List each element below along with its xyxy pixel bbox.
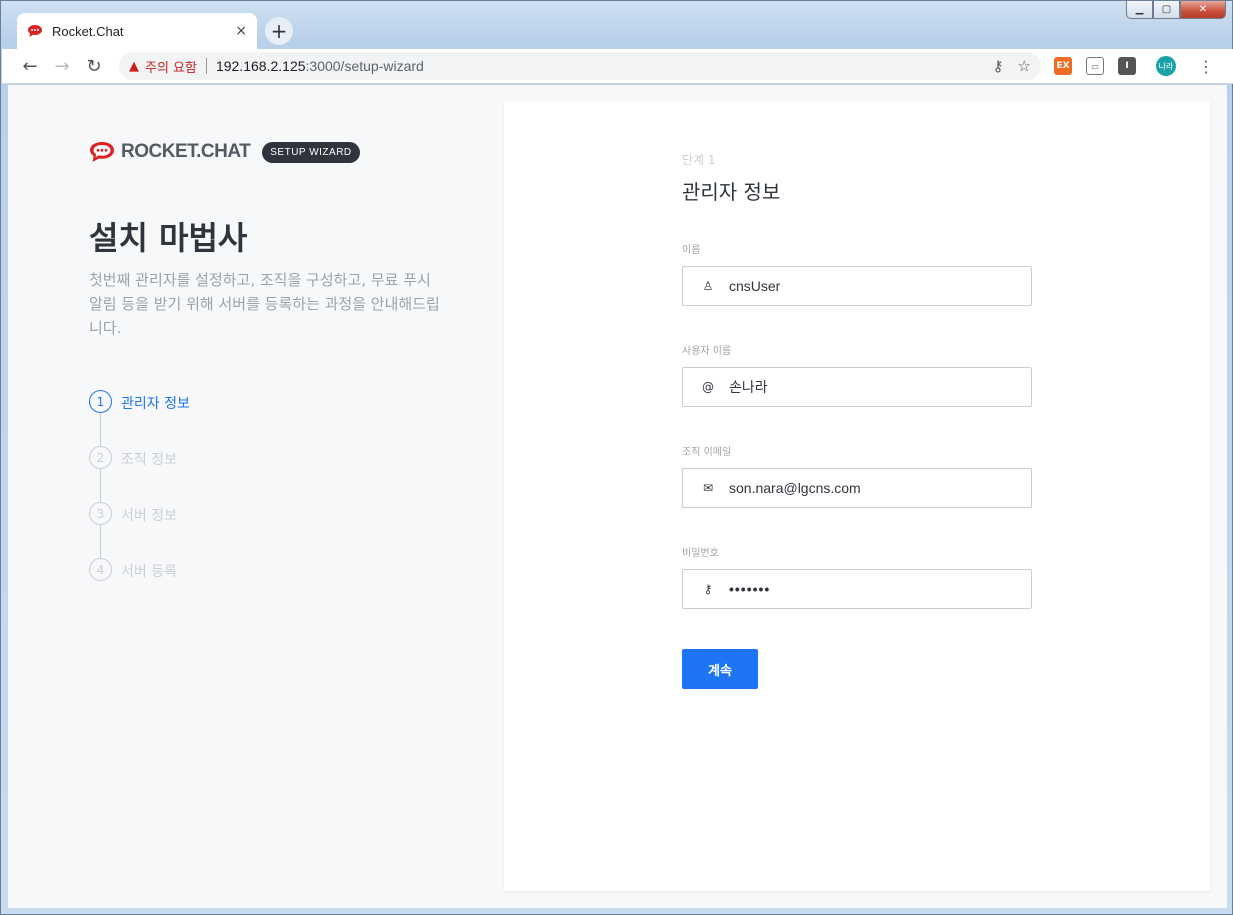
wizard-sidebar: ROCKET.CHAT SETUP WIZARD 설치 마법사 첫번째 관리자를… (8, 85, 504, 908)
menu-dots-icon[interactable]: ⋮ (1198, 57, 1214, 76)
step-connector (100, 525, 101, 558)
field-value: 손나라 (729, 379, 768, 395)
field-label: 조직 이메일 (682, 447, 732, 458)
continue-button[interactable]: 계속 (682, 649, 758, 689)
step-caption: 단계 1 (682, 153, 716, 167)
page-viewport: ROCKET.CHAT SETUP WIZARD 설치 마법사 첫번째 관리자를… (8, 85, 1227, 908)
field-value: son.nara@lgcns.com (729, 480, 861, 496)
wizard-steps: 1 관리자 정보 2 조직 정보 3 서버 정보 4 서버 등록 (89, 390, 190, 614)
step-label: 서버 정보 (121, 508, 177, 524)
step-admin-info: 1 관리자 정보 (89, 390, 190, 446)
step-label: 서버 등록 (121, 564, 177, 580)
key-icon: ⚷ (703, 582, 713, 596)
step-connector (100, 413, 101, 446)
new-tab-button[interactable]: + (265, 17, 293, 45)
browser-toolbar: ← → ↻ ▲ 주의 요함 192.168.2.125:3000/setup-w… (2, 49, 1233, 84)
setup-wizard-badge: SETUP WIZARD (262, 141, 360, 163)
step-server-info: 3 서버 정보 (89, 502, 190, 558)
step-connector (100, 469, 101, 502)
maximize-button[interactable]: ▢ (1153, 1, 1180, 19)
extension-cast-icon[interactable]: ▭ (1086, 57, 1104, 75)
security-warning[interactable]: 주의 요함 (145, 57, 197, 76)
password-input[interactable]: ⚷ ••••••• (682, 569, 1032, 609)
page-description: 첫번째 관리자를 설정하고, 조직을 구성하고, 무료 푸시 알림 등을 받기 … (89, 271, 440, 337)
email-input[interactable]: ✉ son.nara@lgcns.com (682, 468, 1032, 508)
form-title: 관리자 정보 (682, 180, 781, 204)
wizard-form-card: 단계 1 관리자 정보 이름 ♙ cnsUser 사용자 이름 @ 손나라 조직… (504, 101, 1210, 891)
extension-ex-icon[interactable]: EX (1054, 57, 1072, 75)
tab-title: Rocket.Chat (52, 23, 124, 39)
key-icon[interactable]: ⚷ (993, 57, 1004, 75)
brand-name: ROCKET.CHAT (121, 141, 251, 162)
step-number: 4 (89, 558, 112, 581)
field-label: 비밀번호 (682, 548, 719, 559)
omnibox-actions: ⚷ ☆ (993, 57, 1031, 75)
field-label: 이름 (682, 245, 701, 256)
username-input[interactable]: @ 손나라 (682, 367, 1032, 407)
close-window-button[interactable]: ✕ (1180, 1, 1226, 19)
warning-icon: ▲ (129, 58, 139, 74)
tab-close-icon[interactable]: × (235, 23, 247, 39)
password-field: 비밀번호 ⚷ ••••••• (682, 544, 1032, 609)
rocketchat-logo-icon (90, 142, 114, 162)
step-org-info: 2 조직 정보 (89, 446, 190, 502)
back-arrow-icon[interactable]: ← (14, 56, 46, 77)
step-number: 1 (89, 390, 112, 413)
address-bar[interactable]: ▲ 주의 요함 192.168.2.125:3000/setup-wizard … (119, 52, 1041, 80)
step-label: 조직 정보 (121, 452, 177, 468)
extensions-area: EX ▭ I 나라 ⋮ (1054, 56, 1214, 76)
step-number: 3 (89, 502, 112, 525)
reload-icon[interactable]: ↻ (78, 56, 110, 77)
mail-icon: ✉ (702, 481, 714, 495)
field-value: ••••••• (729, 581, 771, 597)
step-label: 관리자 정보 (121, 396, 190, 412)
user-icon: ♙ (702, 279, 714, 293)
field-label: 사용자 이름 (682, 346, 732, 357)
omnibox-divider (205, 58, 207, 74)
browser-tab[interactable]: Rocket.Chat × (17, 13, 257, 49)
url-path: :3000/setup-wizard (305, 58, 424, 74)
email-field: 조직 이메일 ✉ son.nara@lgcns.com (682, 443, 1032, 508)
rocketchat-favicon-icon (28, 25, 42, 37)
browser-window: ▁ ▢ ✕ Rocket.Chat × + ← → ↻ ▲ 주의 요함 192.… (0, 0, 1233, 915)
url-host: 192.168.2.125 (215, 58, 306, 74)
window-controls: ▁ ▢ ✕ (1126, 1, 1226, 19)
forward-arrow-icon[interactable]: → (46, 56, 78, 77)
url-text[interactable]: 192.168.2.125:3000/setup-wizard (216, 58, 424, 74)
at-icon: @ (702, 380, 714, 394)
profile-avatar[interactable]: 나라 (1156, 56, 1176, 76)
admin-info-form: 단계 1 관리자 정보 이름 ♙ cnsUser 사용자 이름 @ 손나라 조직… (682, 151, 1032, 689)
brand: ROCKET.CHAT SETUP WIZARD (88, 139, 360, 165)
minimize-button[interactable]: ▁ (1126, 1, 1153, 19)
bookmark-star-icon[interactable]: ☆ (1018, 57, 1031, 75)
extension-i-icon[interactable]: I (1118, 57, 1136, 75)
step-number: 2 (89, 446, 112, 469)
name-input[interactable]: ♙ cnsUser (682, 266, 1032, 306)
name-field: 이름 ♙ cnsUser (682, 241, 1032, 306)
field-value: cnsUser (729, 278, 781, 294)
page-title: 설치 마법사 (89, 219, 248, 257)
step-server-register: 4 서버 등록 (89, 558, 190, 614)
username-field: 사용자 이름 @ 손나라 (682, 342, 1032, 407)
